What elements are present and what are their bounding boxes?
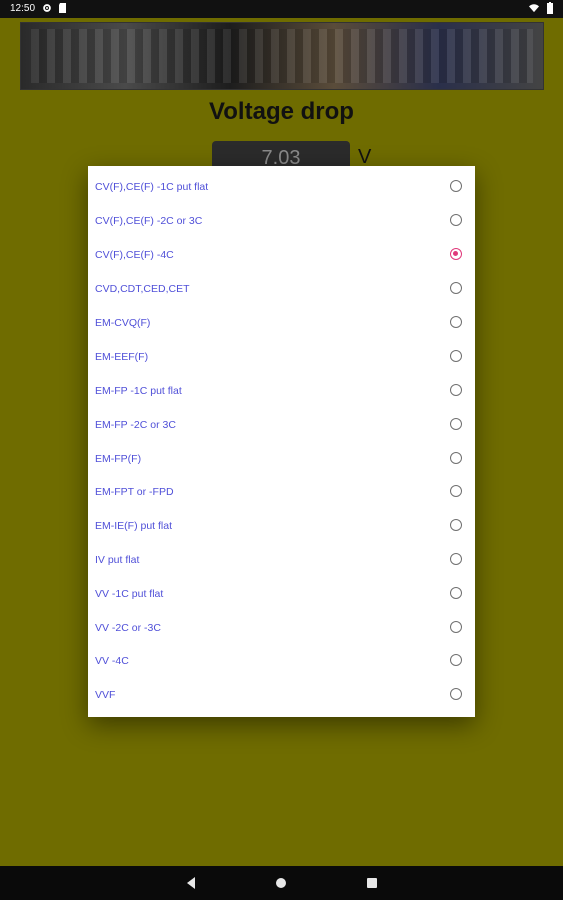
option-item[interactable]: VV -2C or -3C	[88, 612, 475, 646]
option-label: CV(F),CE(F) -2C or 3C	[95, 215, 203, 227]
radio-button[interactable]	[450, 654, 462, 666]
option-item[interactable]: VV -1C put flat	[88, 578, 475, 612]
radio-button[interactable]	[450, 384, 462, 396]
radio-button[interactable]	[450, 621, 462, 633]
option-label: EM-CVQ(F)	[95, 317, 151, 329]
radio-button[interactable]	[450, 485, 462, 497]
option-item[interactable]: CVD,CDT,CED,CET	[88, 273, 475, 307]
option-label: EM-IE(F) put flat	[95, 520, 173, 532]
radio-button[interactable]	[450, 688, 462, 700]
sd-card-icon	[59, 3, 66, 13]
radio-button[interactable]	[450, 316, 462, 328]
radio-button[interactable]	[450, 519, 462, 531]
status-time: 12:50	[10, 3, 36, 14]
option-item[interactable]: CV(F),CE(F) -1C put flat	[88, 171, 475, 205]
cable-type-dialog: CV(F),CE(F) -1C put flat CV(F),CE(F) -2C…	[88, 166, 475, 717]
option-label: EM-FP(F)	[95, 453, 142, 465]
option-label: VV -2C or -3C	[95, 622, 161, 634]
option-label: EM-FP -1C put flat	[95, 385, 182, 397]
radio-button[interactable]	[450, 587, 462, 599]
option-item[interactable]: EM-FPT or -FPD	[88, 476, 475, 510]
option-label: CV(F),CE(F) -4C	[95, 249, 174, 261]
home-icon[interactable]	[274, 876, 288, 890]
option-label: IV put flat	[95, 554, 140, 566]
option-item[interactable]: IV put flat	[88, 544, 475, 578]
option-label: CVD,CDT,CED,CET	[95, 283, 190, 295]
option-item[interactable]: EM-IE(F) put flat	[88, 510, 475, 544]
option-label: EM-FP -2C or 3C	[95, 419, 176, 431]
option-item[interactable]: VVF	[88, 679, 475, 713]
back-icon[interactable]	[184, 876, 198, 890]
status-left-icons	[42, 2, 68, 14]
radio-button[interactable]	[450, 452, 462, 464]
option-item[interactable]: EM-FP(F)	[88, 443, 475, 477]
option-item[interactable]: CV(F),CE(F) -4C	[88, 239, 475, 273]
status-bar: 12:50	[0, 0, 563, 18]
radio-button[interactable]	[450, 553, 462, 565]
option-item[interactable]: EM-EEF(F)	[88, 341, 475, 375]
wifi-icon	[529, 4, 539, 13]
radio-button[interactable]	[450, 214, 462, 226]
navigation-bar	[0, 866, 563, 900]
option-label: EM-FPT or -FPD	[95, 486, 174, 498]
radio-button[interactable]	[450, 180, 462, 192]
radio-button[interactable]	[450, 418, 462, 430]
radio-button[interactable]	[450, 350, 462, 362]
option-label: VVF	[95, 689, 116, 701]
radio-button[interactable]	[450, 282, 462, 294]
option-item[interactable]: EM-FP -2C or 3C	[88, 409, 475, 443]
recents-icon[interactable]	[365, 876, 379, 890]
radio-button-selected[interactable]	[450, 248, 462, 260]
status-right-icons	[529, 2, 555, 14]
battery-icon	[547, 2, 553, 14]
option-label: VV -1C put flat	[95, 588, 164, 600]
settings-icon	[43, 4, 51, 12]
option-item[interactable]: VV -4C	[88, 645, 475, 679]
option-label: VV -4C	[95, 655, 129, 667]
option-item[interactable]: EM-CVQ(F)	[88, 307, 475, 341]
option-label: CV(F),CE(F) -1C put flat	[95, 181, 209, 193]
option-label: EM-EEF(F)	[95, 351, 149, 363]
option-item[interactable]: CV(F),CE(F) -2C or 3C	[88, 205, 475, 239]
option-item[interactable]: EM-FP -1C put flat	[88, 375, 475, 409]
